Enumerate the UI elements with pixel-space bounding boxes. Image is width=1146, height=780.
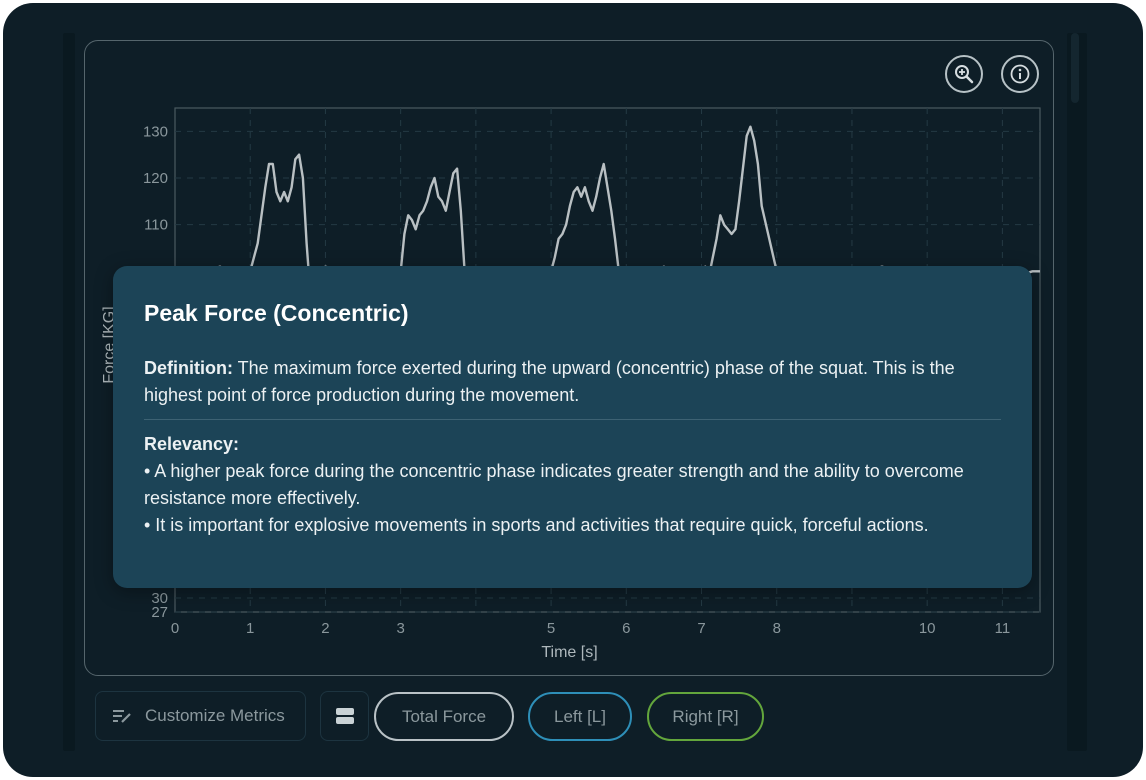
layout-toggle-button[interactable] (320, 691, 369, 741)
x-tick-label: 3 (396, 620, 404, 637)
total-force-toggle[interactable]: Total Force (374, 692, 514, 741)
relevancy-bullet-1: • A higher peak force during the concent… (144, 461, 964, 508)
definition-text: The maximum force exerted during the upw… (144, 358, 955, 405)
x-tick-label: 10 (919, 620, 936, 637)
right-force-label: Right [R] (672, 706, 739, 726)
y-tick-label: 30 (151, 590, 168, 607)
zoom-button[interactable] (945, 55, 983, 93)
right-force-toggle[interactable]: Right [R] (647, 692, 764, 741)
x-tick-label: 6 (622, 620, 630, 637)
definition-label: Definition: (144, 358, 233, 378)
metric-info-tooltip: Peak Force (Concentric) Definition: The … (113, 266, 1032, 588)
relevancy-bullet-2: • It is important for explosive movement… (144, 515, 929, 535)
tooltip-definition: Definition: The maximum force exerted du… (144, 355, 1001, 409)
relevancy-heading: Relevancy: (144, 431, 1001, 458)
zoom-in-icon (955, 65, 974, 84)
tooltip-divider (144, 419, 1001, 420)
y-tick-label: 110 (144, 217, 168, 234)
customize-metrics-label: Customize Metrics (145, 706, 285, 725)
x-tick-label: 7 (697, 620, 705, 637)
tooltip-title: Peak Force (Concentric) (144, 300, 409, 326)
y-tick-label: 120 (143, 170, 168, 187)
relevancy-label: Relevancy: (144, 434, 240, 454)
left-force-label: Left [L] (554, 706, 606, 726)
x-tick-label: 2 (321, 620, 329, 637)
y-tick-label: 130 (143, 123, 168, 140)
left-force-toggle[interactable]: Left [L] (528, 692, 632, 741)
info-icon (1010, 64, 1030, 84)
x-tick-label: 0 (171, 620, 179, 637)
stacked-layout-icon (335, 708, 354, 724)
edit-list-icon (112, 708, 132, 724)
x-tick-label: 5 (547, 620, 555, 637)
x-tick-label: 8 (773, 620, 781, 637)
info-button[interactable] (1001, 55, 1039, 93)
x-tick-label: 1 (246, 620, 254, 637)
x-tick-label: 11 (995, 620, 1011, 637)
x-axis-title: Time [s] (541, 644, 597, 661)
total-force-label: Total Force (401, 706, 487, 726)
customize-metrics-button[interactable]: Customize Metrics (95, 691, 306, 741)
